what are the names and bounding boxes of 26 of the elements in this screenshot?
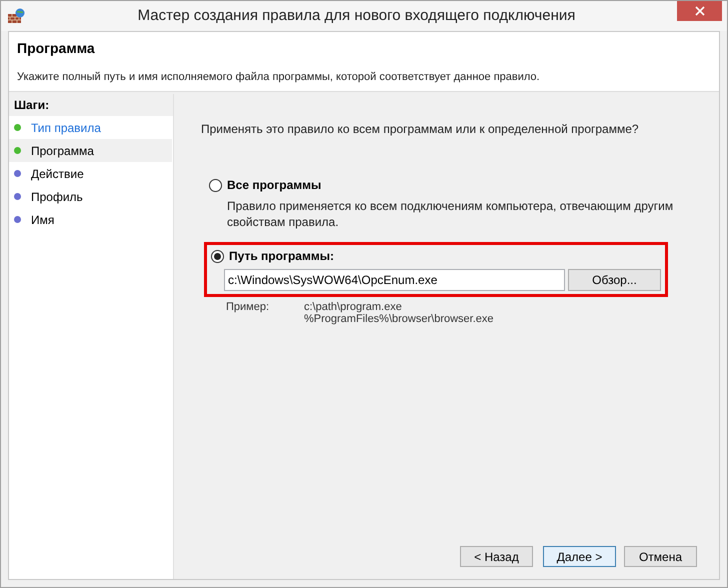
option-description: Правило применяется ко всем подключениям компьютера, отвечающим другим свойствам правила. xyxy=(227,198,674,230)
step-item[interactable]: Имя xyxy=(9,208,172,231)
path-field[interactable]: c:\Windows\SysWOW64\OpcEnum.exe xyxy=(224,269,565,291)
browse-button[interactable]: Обзор... xyxy=(568,269,661,291)
wizard-button[interactable]: Отмена xyxy=(624,546,697,567)
step-item[interactable]: Тип правила xyxy=(9,116,172,139)
example-path: %ProgramFiles%\browser\browser.exe xyxy=(304,313,494,325)
page-description: Укажите полный путь и имя исполняемого файла программы, которой соответствует данное правило. xyxy=(17,70,541,85)
example-label: Пример: xyxy=(226,301,270,315)
window-title: Мастер создания правила для нового входящего подключения xyxy=(136,6,576,26)
wizard-button[interactable]: < Назад xyxy=(460,546,533,567)
close-icon xyxy=(694,6,704,16)
page-heading: Программа xyxy=(17,39,96,58)
radio-button[interactable] xyxy=(211,250,224,262)
firewall-icon xyxy=(8,8,26,24)
step-item[interactable]: Программа xyxy=(9,139,172,162)
steps-heading: Шаги: xyxy=(9,94,173,116)
close-button[interactable] xyxy=(677,1,722,21)
option-label[interactable]: Путь программы: xyxy=(229,247,334,265)
question-text: Применять это правило ко всем программам или к определенной программе? xyxy=(201,121,640,138)
option-label[interactable]: Все программы xyxy=(227,176,322,194)
step-item[interactable]: Действие xyxy=(9,162,172,185)
example-path: c:\path\program.exe xyxy=(304,301,403,313)
radio-button[interactable] xyxy=(209,178,222,192)
step-item[interactable]: Профиль xyxy=(9,185,172,208)
wizard-button[interactable]: Далее > xyxy=(543,546,616,567)
